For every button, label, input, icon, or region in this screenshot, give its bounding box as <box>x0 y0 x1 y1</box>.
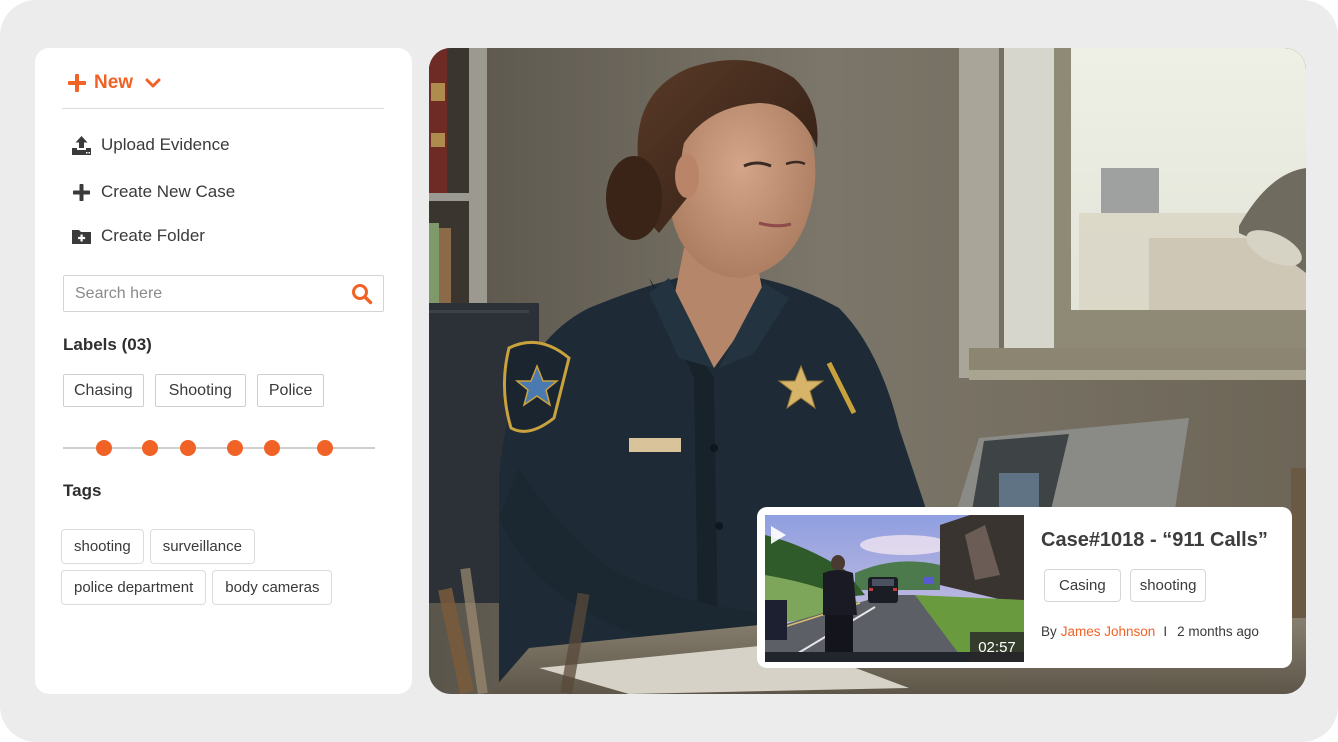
by-label: By <box>1041 624 1057 639</box>
video-duration: 02:57 <box>970 632 1024 662</box>
case-title[interactable]: Case#1018 - “911 Calls” <box>1041 529 1268 552</box>
menu-item-create-new-case[interactable]: Create New Case <box>71 180 235 204</box>
menu-item-label: Create Folder <box>101 226 205 245</box>
tag-chip-shooting[interactable]: shooting <box>61 529 144 564</box>
tag-chip-police-department[interactable]: police department <box>61 570 207 605</box>
divider <box>62 108 384 109</box>
case-meta: By James Johnson I 2 months ago <box>1041 624 1259 639</box>
time-ago: 2 months ago <box>1177 624 1259 639</box>
case-tag-shooting[interactable]: shooting <box>1129 569 1207 602</box>
slider-handle[interactable] <box>142 440 159 456</box>
folder-plus-icon <box>72 229 91 244</box>
search-box <box>63 275 384 312</box>
search-icon[interactable] <box>351 283 373 305</box>
slider-handle[interactable] <box>317 440 334 456</box>
tags-heading: Tags <box>63 481 102 500</box>
slider-handle[interactable] <box>226 440 243 456</box>
author-link[interactable]: James Johnson <box>1061 624 1156 639</box>
case-tag-casing[interactable]: Casing <box>1044 569 1121 602</box>
range-slider[interactable] <box>63 438 375 458</box>
labels-list: Chasing Shooting Police <box>63 374 325 407</box>
slider-handle[interactable] <box>95 440 112 456</box>
tag-chip-surveillance[interactable]: surveillance <box>149 529 255 564</box>
slider-handle[interactable] <box>264 440 281 456</box>
menu-item-label: Create New Case <box>101 182 236 201</box>
new-button[interactable]: New <box>68 70 161 96</box>
upload-icon <box>72 135 91 155</box>
menu-item-label: Upload Evidence <box>101 135 230 154</box>
tags-list: shooting surveillance police department … <box>61 529 361 605</box>
labels-heading: Labels (03) <box>63 335 152 354</box>
app-frame: New Upload Evidence Create New Case Crea… <box>0 0 1338 742</box>
new-button-label: New <box>94 72 134 93</box>
chevron-down-icon <box>145 78 161 88</box>
meta-separator: I <box>1163 624 1168 639</box>
menu-item-upload-evidence[interactable]: Upload Evidence <box>71 133 230 157</box>
case-tags: Casing shooting <box>1044 569 1207 602</box>
label-chip-shooting[interactable]: Shooting <box>154 374 246 407</box>
plus-icon <box>68 74 86 92</box>
sidebar-panel: New Upload Evidence Create New Case Crea… <box>35 48 412 694</box>
tag-chip-body-cameras[interactable]: body cameras <box>212 570 333 605</box>
search-input[interactable] <box>75 284 351 303</box>
play-icon[interactable] <box>771 526 786 544</box>
case-card[interactable]: 02:57 Case#1018 - “911 Calls” Casing sho… <box>757 507 1292 668</box>
slider-handle[interactable] <box>179 440 196 456</box>
label-chip-police[interactable]: Police <box>256 374 325 407</box>
menu-item-create-folder[interactable]: Create Folder <box>71 224 205 248</box>
label-chip-chasing[interactable]: Chasing <box>63 374 144 407</box>
plus-icon <box>73 183 90 201</box>
video-thumbnail[interactable]: 02:57 <box>765 515 1024 662</box>
